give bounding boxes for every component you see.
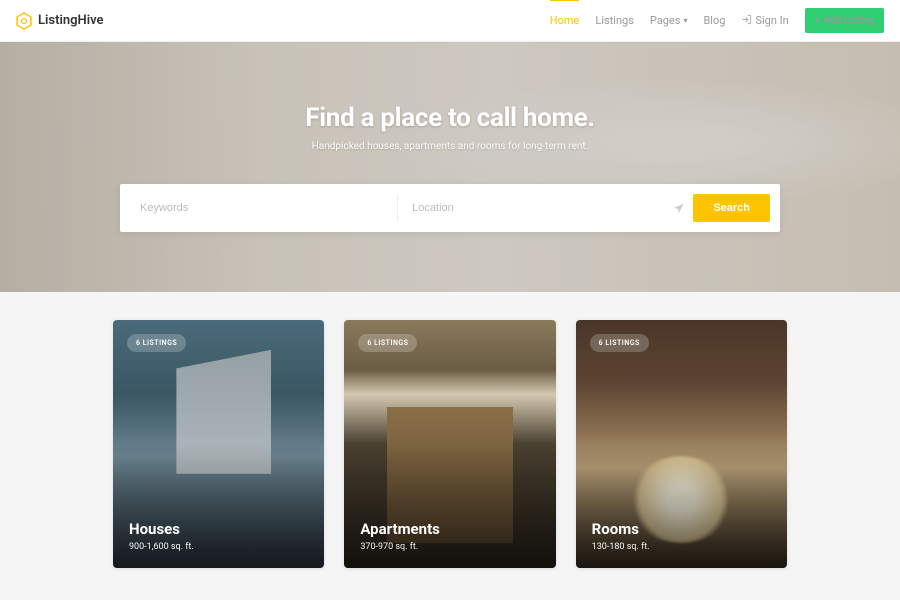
card-info: Rooms 130-180 sq. ft. [592, 520, 650, 552]
hero-subtitle: Handpicked houses, apartments and rooms … [305, 141, 595, 152]
search-button[interactable]: Search [693, 194, 770, 222]
category-cards: 6 LISTINGS Houses 900-1,600 sq. ft. 6 LI… [0, 292, 900, 596]
header: ListingHive Home Listings Pages▾ Blog Si… [0, 0, 900, 42]
plus-icon: + [815, 15, 821, 26]
card-info: Houses 900-1,600 sq. ft. [129, 520, 194, 552]
keywords-input[interactable] [130, 194, 393, 222]
card-title: Rooms [592, 520, 650, 538]
card-meta: 900-1,600 sq. ft. [129, 542, 194, 552]
nav-blog[interactable]: Blog [703, 14, 725, 27]
nav: Home Listings Pages▾ Blog Sign In + Add … [550, 8, 884, 33]
location-input[interactable] [402, 194, 665, 222]
hero-title: Find a place to call home. [305, 103, 595, 133]
card-rooms[interactable]: 6 LISTINGS Rooms 130-180 sq. ft. [576, 320, 787, 568]
add-listing-button[interactable]: + Add Listing [805, 8, 884, 33]
hero: Find a place to call home. Handpicked ho… [0, 42, 900, 292]
card-title: Apartments [360, 520, 440, 538]
card-houses[interactable]: 6 LISTINGS Houses 900-1,600 sq. ft. [113, 320, 324, 568]
card-meta: 130-180 sq. ft. [592, 542, 650, 552]
listing-count-badge: 6 LISTINGS [127, 334, 186, 352]
card-title: Houses [129, 520, 194, 538]
nav-pages[interactable]: Pages▾ [650, 14, 688, 27]
listing-count-badge: 6 LISTINGS [590, 334, 649, 352]
card-meta: 370-970 sq. ft. [360, 542, 440, 552]
signin-icon [741, 14, 752, 28]
logo-icon [16, 12, 32, 30]
search-bar: Search [120, 184, 780, 232]
chevron-down-icon: ▾ [683, 16, 687, 25]
card-apartments[interactable]: 6 LISTINGS Apartments 370-970 sq. ft. [344, 320, 555, 568]
divider [397, 194, 398, 222]
card-info: Apartments 370-970 sq. ft. [360, 520, 440, 552]
location-icon [665, 194, 693, 222]
brand-name: ListingHive [38, 13, 104, 28]
logo[interactable]: ListingHive [16, 12, 104, 30]
nav-home[interactable]: Home [550, 14, 580, 27]
nav-listings[interactable]: Listings [595, 14, 633, 27]
listing-count-badge: 6 LISTINGS [358, 334, 417, 352]
nav-signin[interactable]: Sign In [741, 14, 788, 28]
